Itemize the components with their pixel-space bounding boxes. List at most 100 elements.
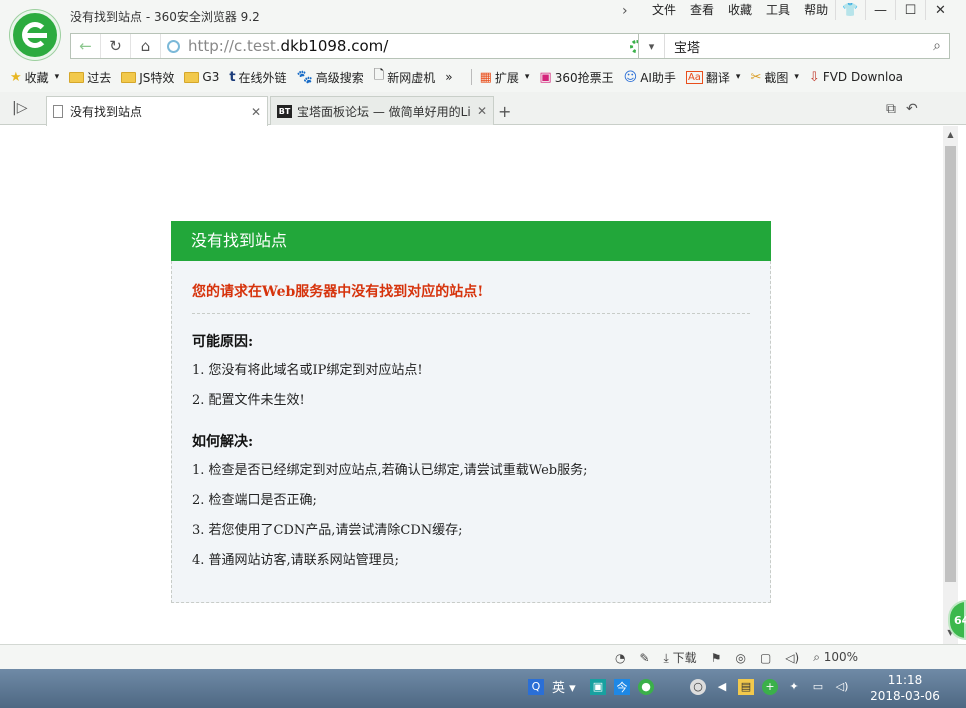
menu-help[interactable]: 帮助 — [797, 2, 835, 18]
paw-icon: 🐾 — [296, 69, 313, 85]
reason-item: 2. 配置文件未生效! — [192, 393, 305, 408]
tab-site-not-found[interactable]: 没有找到站点 ✕ — [46, 96, 268, 126]
menu-chevron-icon[interactable]: › — [622, 3, 628, 19]
status-bar: ◔ ✎ ⤓ 下载 ⚑ ◎ ▢ ◁) ⌕ 100% — [0, 644, 966, 669]
cloud-icon[interactable]: ○ — [690, 678, 706, 695]
globe-icon — [167, 39, 180, 53]
security-icon[interactable]: ◔ — [615, 651, 625, 665]
solution-item: 4. 普通网站访客,请联系网站管理员; — [192, 553, 400, 568]
bookmark-new-vhost[interactable]: 🗋 新网虚机 — [374, 66, 435, 88]
restore-tab-icon[interactable]: ⧉ — [886, 101, 896, 117]
search-input[interactable]: 宝塔 — [665, 37, 925, 56]
download-icon: ⇩ — [808, 69, 820, 85]
bookmark-folder-g3[interactable]: G3 — [184, 70, 219, 84]
qq-pinyin-icon[interactable]: Q — [528, 678, 544, 695]
system-clock[interactable]: 11:18 2018-03-06 — [870, 672, 940, 704]
chevron-down-icon: ▾ — [735, 72, 741, 82]
note-icon[interactable]: ▤ — [738, 678, 754, 695]
speaker-icon[interactable]: ◁) — [785, 651, 799, 665]
solutions-title: 如何解决: — [192, 434, 254, 450]
zoom-icon: ⌕ — [813, 650, 820, 664]
compat-mode-icon[interactable]: ◎ — [735, 651, 745, 665]
security-guard-icon[interactable]: + — [762, 678, 778, 695]
window-icon[interactable]: ▢ — [760, 651, 771, 665]
bookmark-folder-js[interactable]: JS特效 — [121, 69, 174, 86]
chevron-down-icon: ▾ — [794, 72, 799, 82]
close-window-button[interactable]: ✕ — [925, 0, 955, 20]
extensions-button[interactable]: ▦ 扩展 ▾ — [480, 69, 530, 86]
fvd-downloader-button[interactable]: ⇩ FVD Downloa — [809, 70, 903, 85]
translate-button[interactable]: Aa 翻译 ▾ — [685, 69, 741, 86]
ai-icon: ☺ — [623, 69, 638, 85]
undo-close-icon[interactable]: ↶ — [906, 101, 918, 117]
menu-file[interactable]: 文件 — [645, 2, 683, 18]
pin-icon[interactable]: ✎ — [639, 651, 649, 665]
ticket-icon: ▣ — [539, 69, 552, 85]
t-icon: t — [229, 69, 236, 85]
bookmark-advanced-search[interactable]: 🐾 高级搜索 — [297, 69, 364, 86]
minimize-button[interactable]: — — [865, 0, 895, 20]
bookmark-folder-past[interactable]: 过去 — [69, 69, 111, 86]
ticket-grabber-button[interactable]: ▣ 360抢票王 — [539, 69, 613, 86]
flag-icon[interactable]: ⚑ — [711, 651, 722, 665]
chevron-down-icon: ▾ — [54, 72, 60, 82]
solution-item: 1. 检查是否已经绑定到对应站点,若确认已绑定,请尝试重载Web服务; — [192, 463, 588, 478]
scroll-up-icon[interactable]: ▲ — [943, 130, 958, 139]
download-button[interactable]: ⤓ 下载 — [664, 649, 697, 666]
back-button[interactable]: ← — [71, 34, 101, 58]
bookmarks-overflow[interactable]: » — [445, 70, 452, 84]
clock-date: 2018-03-06 — [870, 689, 940, 703]
new-tab-button[interactable]: + — [498, 102, 511, 121]
home-button[interactable]: ⌂ — [131, 34, 161, 58]
menu-favorites[interactable]: 收藏 — [721, 2, 759, 18]
refresh-button[interactable]: ↻ — [101, 34, 131, 58]
maximize-button[interactable]: ☐ — [895, 0, 925, 20]
page-icon: 🗋 — [373, 68, 385, 83]
volume-alert-icon[interactable]: ◀ — [714, 679, 730, 695]
panel-body: 您的请求在Web服务器中没有找到对应的站点! 可能原因: 1. 您没有将此域名或… — [171, 261, 771, 603]
folder-icon — [184, 71, 200, 83]
address-bar: ← ↻ ⌂ http://c.test.dkb1098.com/ ⚡ — [70, 33, 666, 59]
page-viewport: 没有找到站点 您的请求在Web服务器中没有找到对应的站点! 可能原因: 1. 您… — [0, 126, 966, 644]
search-box: ▾ 宝塔 ⌕ — [638, 33, 950, 59]
browser-logo-icon[interactable] — [10, 10, 60, 60]
scissors-icon: ✂ — [750, 69, 762, 85]
tab-bt-forum[interactable]: BT 宝塔面板论坛 — 做简单好用的Li ✕ — [270, 96, 494, 125]
speaker-icon[interactable]: ◁) — [834, 679, 850, 695]
menu-tools[interactable]: 工具 — [759, 2, 797, 18]
bookmark-favorites[interactable]: ★ 收藏 ▾ — [10, 69, 59, 86]
folder-icon — [69, 71, 85, 83]
chevron-down-icon: ▾ — [524, 72, 530, 82]
zoom-control[interactable]: ⌕ 100% — [813, 650, 858, 665]
news-icon[interactable]: 今 — [614, 678, 630, 695]
tab-label: 没有找到站点 — [70, 105, 143, 119]
wechat-icon[interactable]: ● — [638, 678, 654, 695]
tool-icon[interactable]: ✦ — [786, 679, 802, 695]
translate-icon: Aa — [685, 70, 703, 84]
tab-label: 宝塔面板论坛 — 做简单好用的Li — [297, 104, 471, 119]
close-tab-icon[interactable]: ✕ — [477, 104, 487, 118]
close-tab-icon[interactable]: ✕ — [251, 105, 261, 119]
menu-view[interactable]: 查看 — [683, 2, 721, 18]
vertical-scrollbar[interactable]: ▲ ▼ — [943, 126, 958, 644]
os-taskbar: Q 英 ▾ ▣ 今 ● ○ ◀ ▤ + ✦ ▭ ◁) 11:18 2018-03… — [0, 669, 966, 708]
app-icon[interactable]: ▣ — [590, 678, 606, 695]
star-icon: ★ — [10, 69, 22, 85]
bt-favicon-icon: BT — [277, 104, 292, 118]
ai-assistant-button[interactable]: ☺ AI助手 — [624, 69, 676, 86]
divider — [192, 313, 750, 314]
url-input[interactable]: http://c.test. dkb1098.com/ — [161, 37, 630, 55]
ime-indicator[interactable]: 英 ▾ — [552, 677, 582, 696]
screenshot-button[interactable]: ✂ 截图 ▾ — [750, 69, 798, 86]
search-engine-dropdown[interactable]: ▾ — [639, 34, 665, 58]
search-icon[interactable]: ⌕ — [925, 38, 949, 54]
skin-icon[interactable]: 👕 — [835, 0, 865, 20]
bookmark-link-online[interactable]: t 在线外链 — [229, 69, 286, 86]
panel-heading: 没有找到站点 — [171, 221, 771, 261]
scroll-thumb[interactable] — [945, 146, 956, 582]
navigation-bar: ← ↻ ⌂ http://c.test.dkb1098.com/ ⚡ ▾ 宝塔 … — [0, 30, 966, 62]
sidebar-toggle-icon[interactable]: |▷ — [12, 100, 27, 116]
title-bar: 没有找到站点 - 360安全浏览器 9.2 › 文件 查看 收藏 工具 帮助 👕… — [0, 0, 966, 60]
network-icon[interactable]: ▭ — [810, 679, 826, 695]
